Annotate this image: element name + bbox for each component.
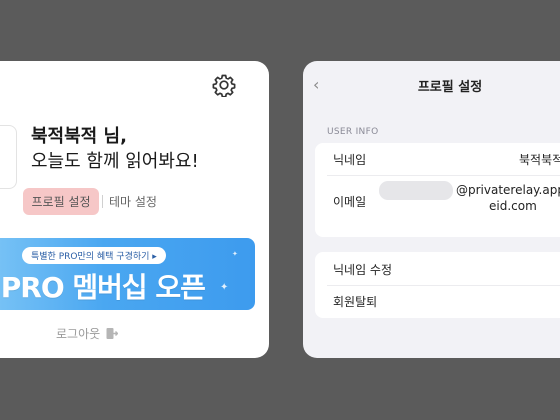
divider [102,195,103,208]
home-card: 북적북적 님, 오늘도 함께 읽어봐요! 프로필 설정 테마 설정 ✦ ✦ ✦ … [0,61,269,358]
gear-icon[interactable] [212,73,236,97]
sparkle-icon: ✦ [232,250,238,258]
page-title: 프로필 설정 [417,80,483,95]
logout-button[interactable]: 로그아웃 [56,325,119,342]
logout-icon [106,328,119,339]
email-redacted-mask [379,181,453,200]
profile-settings-button[interactable]: 프로필 설정 [23,188,99,215]
banner-title: 적PRO 멤버십 오픈 [0,271,206,304]
theme-settings-label: 테마 설정 [109,195,157,209]
divider [327,175,560,176]
banner-benefits-pill[interactable]: 특별한 PRO만의 혜택 구경하기 ▸ [22,247,166,264]
edit-nickname-item[interactable]: 닉네임 수정 [333,261,392,278]
nickname-value: 북적북적 [519,153,560,167]
greeting-name: 북적북적 님, [31,126,127,147]
logout-label: 로그아웃 [56,327,101,341]
pro-membership-banner[interactable]: ✦ ✦ ✦ 특별한 PRO만의 혜택 구경하기 ▸ 적PRO 멤버십 오픈 [0,238,255,310]
email-value-line1: @privaterelay.app [456,183,560,197]
account-actions-group: 닉네임 수정 회원탈퇴 [315,252,560,318]
email-label: 이메일 [333,195,367,209]
nickname-label: 닉네임 [333,153,367,167]
section-label-user-info: USER INFO [327,127,379,137]
profile-settings-screen: ‹ 프로필 설정 USER INFO 닉네임 북적북적 이메일 @private… [303,61,560,358]
sparkle-icon: ✦ [220,282,229,293]
theme-settings-button[interactable]: 테마 설정 [109,188,157,215]
profile-settings-label: 프로필 설정 [31,195,91,209]
withdraw-item[interactable]: 회원탈퇴 [333,293,377,310]
greeting-message: 오늘도 함께 읽어봐요! [31,151,199,172]
divider [327,285,560,286]
avatar[interactable] [0,125,17,189]
email-value-line2: eid.com [489,199,537,213]
email-value: @privaterelay.app eid.com [456,182,560,214]
user-info-group: 닉네임 북적북적 이메일 @privaterelay.app eid.com [315,143,560,237]
